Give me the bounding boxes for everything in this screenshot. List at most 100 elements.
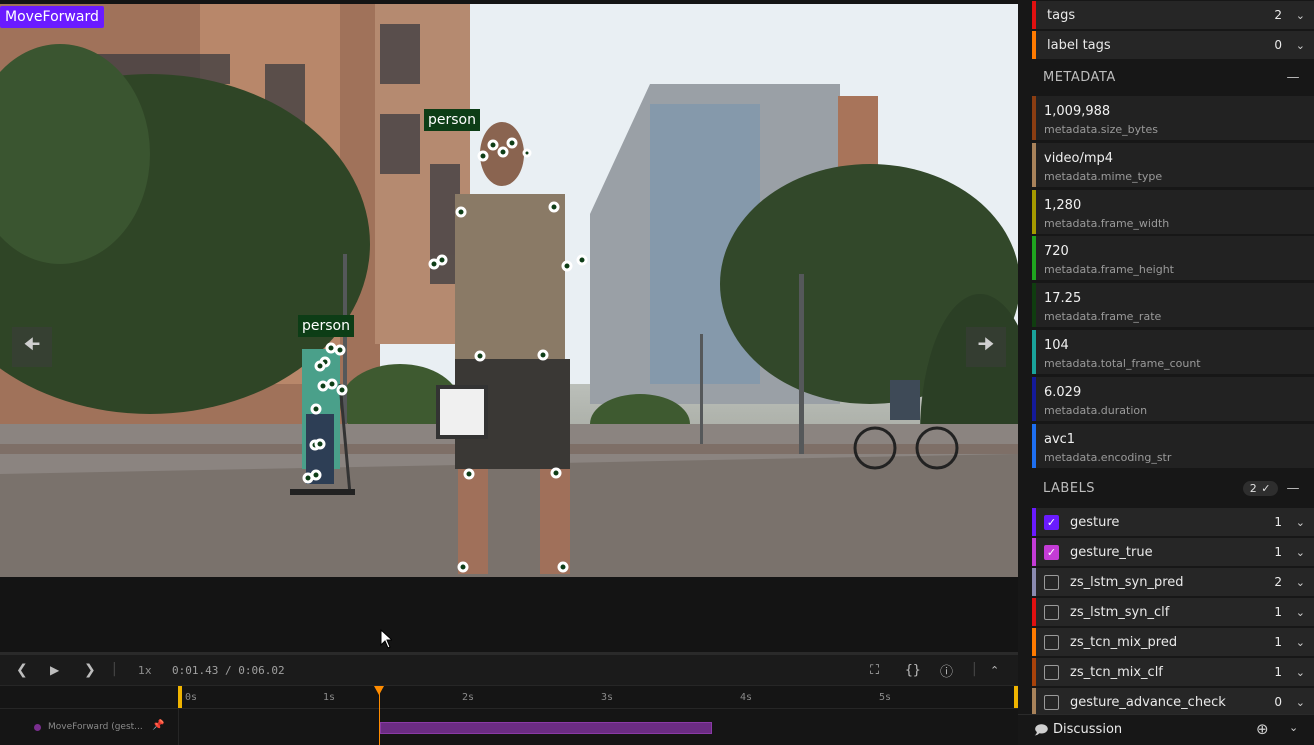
play-button[interactable]: ▶	[50, 663, 59, 677]
detection-label-person-1[interactable]: person	[424, 109, 480, 131]
metadata-color-bar	[1032, 377, 1036, 421]
chevron-down-icon[interactable]: ⌄	[1296, 666, 1305, 679]
tags-color-bar	[1032, 1, 1036, 29]
video-scene	[0, 4, 1018, 577]
label-count: 1	[1274, 665, 1282, 679]
label-name: gesture_advance_check	[1070, 694, 1226, 710]
chevron-down-icon[interactable]: ⌄	[1296, 516, 1305, 529]
detection-label-person-2[interactable]: person	[298, 315, 354, 337]
metadata-key: metadata.frame_height	[1044, 263, 1174, 276]
video-viewer[interactable]: person person MoveForward 🠈 🠊	[0, 0, 1018, 652]
label-name: zs_lstm_syn_pred	[1070, 574, 1184, 590]
chevron-down-icon[interactable]: ⌄	[1296, 546, 1305, 559]
json-view-icon[interactable]: {}	[905, 663, 921, 678]
metadata-title: METADATA	[1043, 69, 1116, 85]
labels-selected-badge[interactable]: 2 ✓	[1242, 480, 1278, 496]
range-start-marker[interactable]	[178, 686, 182, 708]
next-frame-button[interactable]: ❯	[84, 662, 96, 678]
metadata-value: 104	[1044, 338, 1069, 353]
arrow-right-icon: 🠊	[977, 334, 995, 355]
label-checkbox[interactable]	[1044, 665, 1059, 680]
metadata-key: metadata.duration	[1044, 404, 1148, 417]
label-color-bar	[1032, 658, 1036, 686]
metadata-key: metadata.frame_rate	[1044, 310, 1162, 323]
label-row-zs-lstm-syn-pred[interactable]: zs_lstm_syn_pred 2 ⌄	[1032, 568, 1314, 596]
previous-sample-button[interactable]: 🠈	[12, 327, 52, 367]
track-label: MoveForward (gest...	[48, 722, 143, 732]
playhead-handle-icon[interactable]	[374, 686, 384, 695]
tick-label: 5s	[879, 692, 892, 703]
label-row-zs-tcn-mix-pred[interactable]: zs_tcn_mix_pred 1 ⌄	[1032, 628, 1314, 656]
labels-title: LABELS	[1043, 480, 1096, 496]
metadata-color-bar	[1032, 190, 1036, 234]
timeline[interactable]: 0s 1s 2s 3s 4s 5s MoveForward (gest... 📌	[0, 685, 1018, 745]
fullscreen-icon[interactable]: ⛶	[870, 663, 879, 678]
label-checkbox[interactable]: ✓	[1044, 515, 1059, 530]
label-checkbox[interactable]	[1044, 575, 1059, 590]
metadata-key: metadata.mime_type	[1044, 170, 1163, 183]
timeline-divider	[0, 708, 1018, 709]
chevron-down-icon[interactable]: ⌄	[1296, 9, 1305, 22]
label-checkbox[interactable]	[1044, 695, 1059, 710]
video-frame[interactable]	[0, 4, 1018, 577]
label-tags-row[interactable]: label tags 0 ⌄	[1032, 31, 1314, 59]
metadata-key: metadata.total_frame_count	[1044, 357, 1201, 370]
label-row-gesture[interactable]: ✓ gesture 1 ⌄	[1032, 508, 1314, 536]
label-checkbox[interactable]: ✓	[1044, 545, 1059, 560]
chevron-down-icon[interactable]: ⌄	[1289, 721, 1298, 734]
prev-frame-button[interactable]: ❮	[16, 662, 28, 678]
discussion-bar[interactable]: 🗩 Discussion ⊕ ⌄	[1018, 714, 1314, 745]
chevron-down-icon[interactable]: ⌄	[1296, 39, 1305, 52]
metadata-value: 720	[1044, 244, 1069, 259]
collapse-icon[interactable]: —	[1287, 70, 1301, 85]
metadata-color-bar	[1032, 283, 1036, 327]
speed-selector[interactable]: 1x	[138, 664, 152, 677]
chevron-down-icon[interactable]: ⌄	[1296, 636, 1305, 649]
metadata-item: 720 metadata.frame_height	[1032, 236, 1314, 280]
metadata-item: avc1 metadata.encoding_str	[1032, 424, 1314, 468]
label-row-gesture-advance-check[interactable]: gesture_advance_check 0 ⌄	[1032, 688, 1314, 716]
labels-section-header[interactable]: LABELS 2 ✓ —	[1032, 473, 1314, 503]
label-checkbox[interactable]	[1044, 605, 1059, 620]
next-sample-button[interactable]: 🠊	[966, 327, 1006, 367]
label-row-zs-lstm-syn-clf[interactable]: zs_lstm_syn_clf 1 ⌄	[1032, 598, 1314, 626]
label-count: 1	[1274, 545, 1282, 559]
metadata-color-bar	[1032, 424, 1036, 468]
label-checkbox[interactable]	[1044, 635, 1059, 650]
metadata-color-bar	[1032, 96, 1036, 140]
label-tags-color-bar	[1032, 31, 1036, 59]
label-row-gesture-true[interactable]: ✓ gesture_true 1 ⌄	[1032, 538, 1314, 566]
label-name: gesture	[1070, 514, 1120, 530]
metadata-value: avc1	[1044, 432, 1076, 447]
tick-label: 0s	[185, 692, 198, 703]
chevron-down-icon[interactable]: ⌄	[1296, 576, 1305, 589]
track-color-dot	[34, 724, 41, 731]
label-name: zs_tcn_mix_pred	[1070, 634, 1178, 650]
comment-icon: 🗩	[1034, 723, 1049, 738]
tick-label: 3s	[601, 692, 614, 703]
info-icon[interactable]: ⓘ	[940, 661, 953, 680]
label-color-bar	[1032, 628, 1036, 656]
chevron-down-icon[interactable]: ⌄	[1296, 606, 1305, 619]
metadata-key: metadata.encoding_str	[1044, 451, 1172, 464]
metadata-color-bar	[1032, 236, 1036, 280]
tags-row[interactable]: tags 2 ⌄	[1032, 1, 1314, 29]
gesture-segment[interactable]	[380, 722, 712, 734]
label-name: zs_tcn_mix_clf	[1070, 664, 1163, 680]
label-tags-count: 0	[1274, 38, 1282, 52]
metadata-item: 17.25 metadata.frame_rate	[1032, 283, 1314, 327]
chevron-down-icon[interactable]: ⌄	[1296, 696, 1305, 709]
divider: |	[972, 661, 977, 677]
pin-icon[interactable]: 📌	[152, 720, 164, 731]
collapse-timeline-icon[interactable]: ⌃	[990, 664, 999, 677]
label-row-zs-tcn-mix-clf[interactable]: zs_tcn_mix_clf 1 ⌄	[1032, 658, 1314, 686]
tags-label: tags	[1047, 7, 1076, 23]
label-name: zs_lstm_syn_clf	[1070, 604, 1170, 620]
add-comment-icon[interactable]: ⊕	[1256, 720, 1269, 738]
metadata-key: metadata.size_bytes	[1044, 123, 1158, 136]
collapse-icon[interactable]: —	[1287, 481, 1301, 496]
current-time: 0:01.43	[172, 663, 219, 677]
metadata-value: 1,009,988	[1044, 104, 1111, 119]
metadata-section-header[interactable]: METADATA —	[1032, 62, 1314, 92]
video-letterbox	[0, 577, 1018, 652]
